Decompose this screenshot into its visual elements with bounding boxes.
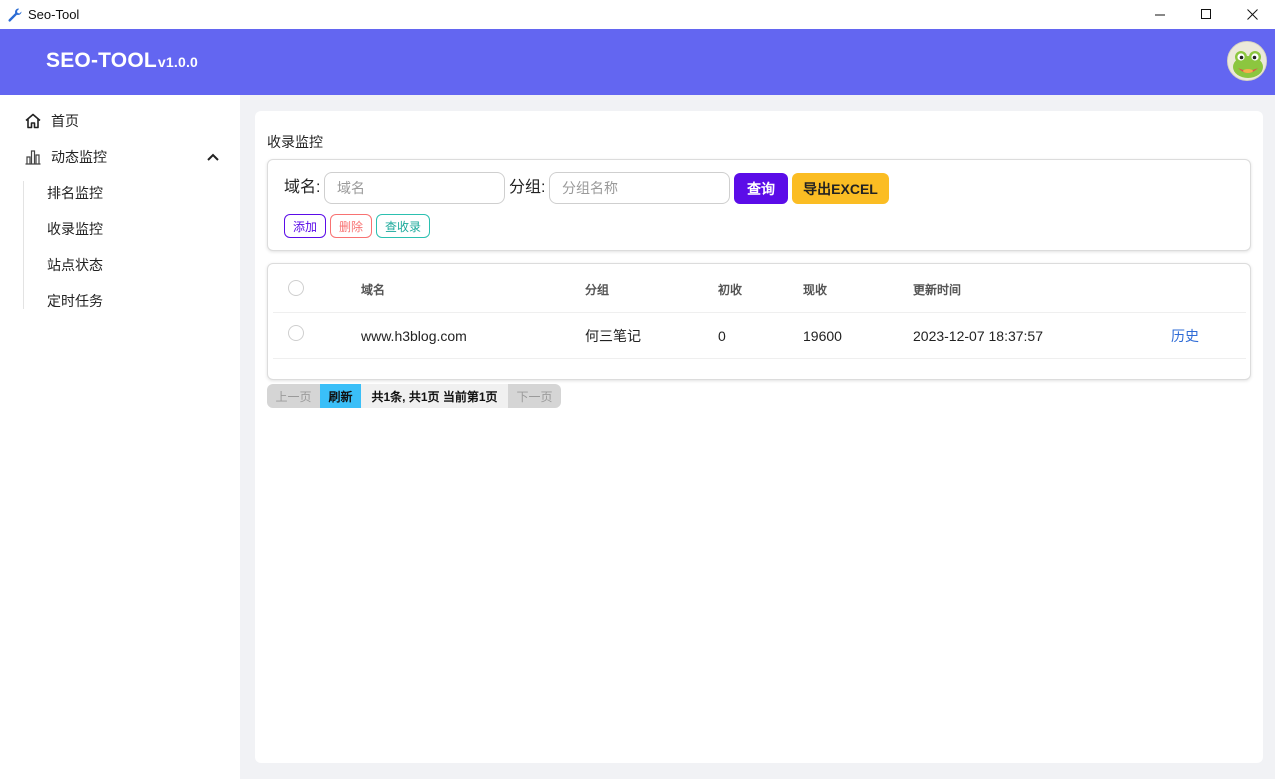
column-header-domain: 域名 bbox=[361, 283, 386, 297]
page-title: 收录监控 bbox=[267, 134, 323, 150]
window-controls bbox=[1137, 0, 1275, 29]
row-divider bbox=[273, 312, 1246, 313]
data-table bbox=[267, 263, 1251, 380]
domain-label: 域名: bbox=[284, 179, 321, 196]
cell-domain: www.h3blog.com bbox=[361, 328, 467, 344]
window-title: Seo-Tool bbox=[28, 7, 80, 22]
window-titlebar: Seo-Tool bbox=[0, 0, 1275, 29]
chevron-up-icon[interactable] bbox=[205, 149, 221, 165]
page-info: 共1条, 共1页 当前第1页 bbox=[361, 384, 508, 408]
history-link[interactable]: 历史 bbox=[1171, 326, 1199, 346]
column-header-group: 分组 bbox=[585, 283, 610, 297]
next-page-button[interactable]: 下一页 bbox=[508, 384, 561, 408]
submenu-divider bbox=[23, 181, 24, 309]
group-label: 分组: bbox=[509, 179, 546, 196]
refresh-button[interactable]: 刷新 bbox=[320, 384, 361, 408]
bar-chart-icon bbox=[24, 148, 42, 166]
close-button[interactable] bbox=[1229, 0, 1275, 29]
brand-logo[interactable]: SEO-TOOL v1.0.0 bbox=[46, 49, 198, 73]
sidebar-item-index-monitor[interactable]: 收录监控 bbox=[47, 219, 103, 239]
frog-avatar-icon bbox=[1228, 42, 1266, 80]
sidebar-item-scheduled-tasks[interactable]: 定时任务 bbox=[47, 291, 103, 311]
home-icon bbox=[24, 112, 42, 130]
cell-group: 何三笔记 bbox=[585, 328, 641, 344]
minimize-button[interactable] bbox=[1137, 0, 1183, 29]
check-index-button[interactable]: 查收录 bbox=[376, 214, 430, 238]
sidebar-item-label: 首页 bbox=[51, 113, 79, 129]
row-divider bbox=[273, 358, 1246, 359]
group-input[interactable] bbox=[549, 172, 730, 204]
row-select-radio[interactable] bbox=[288, 325, 304, 341]
column-header-current: 现收 bbox=[803, 283, 828, 297]
maximize-button[interactable] bbox=[1183, 0, 1229, 29]
wrench-icon bbox=[7, 7, 23, 23]
add-button[interactable]: 添加 bbox=[284, 214, 326, 238]
maximize-icon bbox=[1200, 9, 1211, 19]
sidebar-item-site-status[interactable]: 站点状态 bbox=[47, 255, 103, 275]
select-all-radio[interactable] bbox=[288, 280, 304, 296]
cell-updated: 2023-12-07 18:37:57 bbox=[913, 328, 1043, 344]
avatar[interactable] bbox=[1227, 41, 1267, 81]
query-button[interactable]: 查询 bbox=[734, 173, 788, 204]
sidebar-item-dynamic-monitor[interactable]: 动态监控 bbox=[24, 145, 107, 169]
app-header: SEO-TOOL v1.0.0 bbox=[0, 29, 1275, 95]
sidebar-item-rank-monitor[interactable]: 排名监控 bbox=[47, 183, 103, 203]
sidebar-item-label: 动态监控 bbox=[51, 149, 107, 165]
domain-input[interactable] bbox=[324, 172, 505, 204]
column-header-updated: 更新时间 bbox=[913, 283, 962, 297]
minimize-icon bbox=[1154, 14, 1165, 16]
column-header-initial: 初收 bbox=[718, 283, 743, 297]
cell-current: 19600 bbox=[803, 328, 842, 344]
sidebar-item-home[interactable]: 首页 bbox=[24, 109, 79, 133]
export-excel-button[interactable]: 导出EXCEL bbox=[792, 173, 889, 204]
close-icon bbox=[1246, 9, 1258, 20]
brand-version: v1.0.0 bbox=[157, 54, 199, 70]
prev-page-button[interactable]: 上一页 bbox=[267, 384, 320, 408]
brand-name: SEO-TOOL bbox=[46, 49, 157, 72]
pagination: 上一页 刷新 共1条, 共1页 当前第1页 下一页 bbox=[267, 384, 561, 408]
sidebar: 首页 动态监控 排名监控 收录监控 站点状态 定时任务 bbox=[0, 95, 240, 779]
cell-initial: 0 bbox=[718, 328, 726, 344]
delete-button[interactable]: 删除 bbox=[330, 214, 372, 238]
